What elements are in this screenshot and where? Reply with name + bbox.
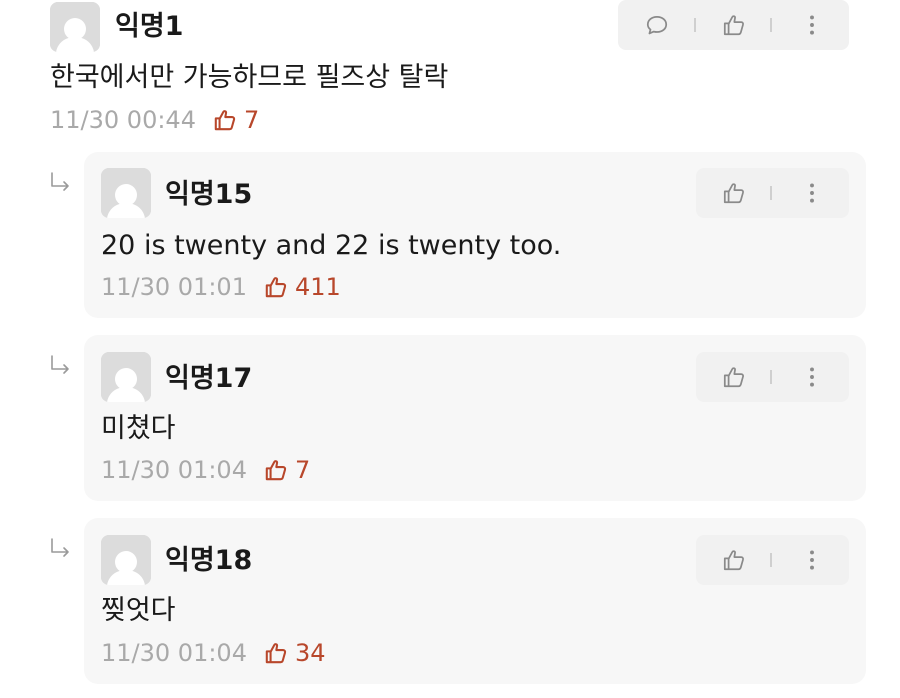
comment-author: 익명1 bbox=[115, 11, 184, 42]
vote-count: 7 bbox=[294, 456, 311, 484]
thumbs-up-icon bbox=[212, 107, 238, 133]
like-button[interactable] bbox=[721, 180, 747, 206]
action-separator bbox=[770, 553, 772, 567]
avatar[interactable] bbox=[101, 168, 151, 218]
comment-text: 20 is twenty and 22 is twenty too. bbox=[101, 230, 562, 261]
vote-count: 7 bbox=[243, 106, 260, 134]
comment-actions-bar bbox=[618, 0, 849, 50]
comment-actions-bar bbox=[696, 535, 849, 585]
action-separator bbox=[770, 370, 772, 384]
more-options-button[interactable] bbox=[799, 547, 825, 573]
more-options-button[interactable] bbox=[799, 364, 825, 390]
avatar[interactable] bbox=[101, 352, 151, 402]
thumbs-up-icon bbox=[721, 180, 747, 206]
vote-count: 34 bbox=[294, 639, 326, 667]
thumbs-up-icon bbox=[263, 640, 289, 666]
comment-item: 익명1 한국에서만 가능하므로 필즈상 탈락 11/30 00:44 7 bbox=[0, 0, 900, 145]
action-separator bbox=[770, 186, 772, 200]
more-options-button[interactable] bbox=[799, 12, 825, 38]
comment-time: 11/30 01:04 bbox=[101, 639, 247, 667]
comment-meta: 11/30 01:04 34 bbox=[101, 640, 326, 666]
comment-author: 익명17 bbox=[165, 363, 253, 394]
thumbs-up-icon bbox=[721, 12, 747, 38]
comment-meta: 11/30 01:01 411 bbox=[101, 274, 341, 300]
comment-author: 익명18 bbox=[165, 545, 253, 576]
comment-text: 미쳤다 bbox=[101, 413, 176, 444]
reply-arrow-icon bbox=[50, 538, 72, 558]
comment-time: 11/30 00:44 bbox=[50, 106, 196, 134]
thumbs-up-icon bbox=[263, 457, 289, 483]
comment-time: 11/30 01:04 bbox=[101, 456, 247, 484]
reply-comment-item: 익명15 20 is twenty and 22 is twenty too. … bbox=[84, 152, 866, 318]
like-button[interactable] bbox=[721, 12, 747, 38]
thumbs-up-icon bbox=[263, 274, 289, 300]
comment-time: 11/30 01:01 bbox=[101, 273, 247, 301]
comment-text: 한국에서만 가능하므로 필즈상 탈락 bbox=[50, 62, 449, 93]
vote-count: 411 bbox=[294, 273, 341, 301]
like-button[interactable] bbox=[721, 364, 747, 390]
thumbs-up-icon bbox=[721, 547, 747, 573]
comment-icon bbox=[644, 12, 670, 38]
action-separator bbox=[694, 18, 696, 32]
reply-comment-item: 익명17 미쳤다 11/30 01:04 7 bbox=[84, 335, 866, 501]
like-button[interactable] bbox=[721, 547, 747, 573]
comment-meta: 11/30 00:44 7 bbox=[50, 107, 259, 133]
more-vertical-icon bbox=[799, 364, 825, 390]
comment-actions-bar bbox=[696, 168, 849, 218]
reply-comment-button[interactable] bbox=[644, 12, 670, 38]
thumbs-up-icon bbox=[721, 364, 747, 390]
reply-arrow-icon bbox=[50, 172, 72, 192]
more-vertical-icon bbox=[799, 12, 825, 38]
avatar[interactable] bbox=[50, 2, 100, 52]
more-options-button[interactable] bbox=[799, 180, 825, 206]
comment-author: 익명15 bbox=[165, 179, 253, 210]
comment-meta: 11/30 01:04 7 bbox=[101, 457, 310, 483]
avatar[interactable] bbox=[101, 535, 151, 585]
comment-text: 찢엇다 bbox=[101, 595, 176, 626]
more-vertical-icon bbox=[799, 180, 825, 206]
comment-actions-bar bbox=[696, 352, 849, 402]
more-vertical-icon bbox=[799, 547, 825, 573]
reply-comment-item: 익명18 찢엇다 11/30 01:04 34 bbox=[84, 518, 866, 684]
action-separator bbox=[770, 18, 772, 32]
reply-arrow-icon bbox=[50, 355, 72, 375]
